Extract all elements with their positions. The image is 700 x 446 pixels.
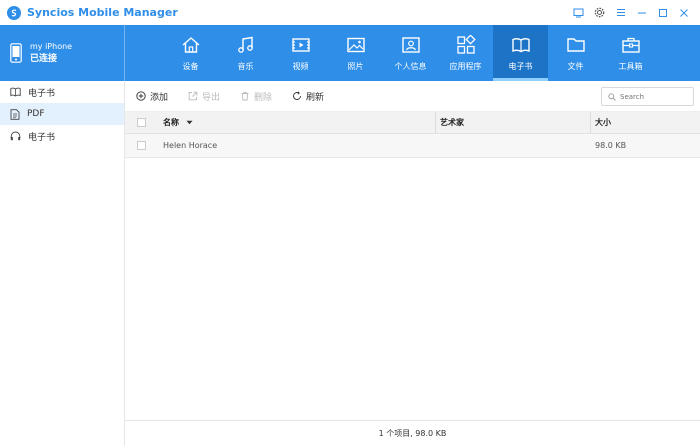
nav-label: 文件 xyxy=(567,62,584,71)
nav-item-files[interactable]: 文件 xyxy=(548,25,603,81)
add-icon xyxy=(136,91,146,101)
sidebar-item-ebook[interactable]: 电子书 xyxy=(0,81,124,103)
nav-label: 电子书 xyxy=(508,62,533,71)
book-icon xyxy=(511,38,530,53)
nav-label: 设备 xyxy=(182,62,199,71)
nav-label: 视频 xyxy=(292,62,309,71)
search-box[interactable] xyxy=(601,87,694,106)
table-row[interactable]: Helen Horace 98.0 KB xyxy=(125,134,700,158)
nav-item-toolbox[interactable]: 工具箱 xyxy=(603,25,658,81)
device-name: my iPhone xyxy=(30,42,73,51)
contact-icon xyxy=(401,37,420,53)
column-divider[interactable] xyxy=(435,112,436,134)
nav-label: 音乐 xyxy=(237,62,254,71)
select-all-checkbox[interactable] xyxy=(137,118,146,127)
nav-label: 应用程序 xyxy=(449,62,482,71)
home-icon xyxy=(182,37,199,53)
search-icon xyxy=(608,92,616,101)
device-status: 已连接 xyxy=(30,54,58,64)
search-input[interactable] xyxy=(620,92,690,101)
phone-icon xyxy=(10,43,22,63)
sidebar-item-label: PDF xyxy=(27,109,45,119)
nav-item-video[interactable]: 视频 xyxy=(273,25,328,81)
nav-item-device[interactable]: 设备 xyxy=(163,25,218,81)
add-button[interactable]: 添加 xyxy=(136,90,168,103)
headphones-icon xyxy=(10,131,21,141)
nav-label: 个人信息 xyxy=(394,62,427,71)
delete-button[interactable]: 删除 xyxy=(240,90,272,103)
column-header-artist[interactable]: 艺术家 xyxy=(440,117,464,128)
nav-item-contacts[interactable]: 个人信息 xyxy=(383,25,438,81)
folder-icon xyxy=(566,38,585,52)
export-icon xyxy=(188,91,198,101)
settings-gear-icon[interactable] xyxy=(589,0,610,25)
toolbox-icon xyxy=(621,37,640,53)
document-icon xyxy=(10,108,20,120)
status-text: 1 个项目, 98.0 KB xyxy=(378,429,447,438)
menu-icon[interactable] xyxy=(610,0,631,25)
close-icon[interactable] xyxy=(673,0,694,25)
cell-size: 98.0 KB xyxy=(595,141,627,150)
sidebar-item-pdf[interactable]: PDF xyxy=(0,103,124,125)
video-icon xyxy=(291,38,310,52)
action-toolbar: 添加 导出 删除 刷新 xyxy=(125,81,700,112)
row-checkbox[interactable] xyxy=(137,141,146,150)
music-icon xyxy=(237,36,253,53)
app-logo-icon xyxy=(7,5,21,20)
nav-label: 工具箱 xyxy=(618,62,643,71)
table-header: 名称 艺术家 大小 xyxy=(125,112,700,134)
main-nav: 设备 音乐 视频 照片 个人信息 应用程序 电子书 文件 工具箱 xyxy=(163,25,658,81)
device-info[interactable]: my iPhone 已连接 xyxy=(0,25,125,81)
main-panel: 添加 导出 删除 刷新 名称 艺术家 大小 Helen Horac xyxy=(125,81,700,446)
sidebar: 电子书 PDF 电子书 xyxy=(0,81,125,446)
sidebar-item-label: 电子书 xyxy=(28,132,56,143)
nav-item-photo[interactable]: 照片 xyxy=(328,25,383,81)
nav-item-music[interactable]: 音乐 xyxy=(218,25,273,81)
book-icon xyxy=(10,87,21,97)
feedback-icon[interactable] xyxy=(568,0,589,25)
window-controls xyxy=(568,0,694,25)
column-header-size[interactable]: 大小 xyxy=(595,117,611,128)
minimize-icon[interactable] xyxy=(631,0,652,25)
refresh-icon xyxy=(293,91,301,100)
export-button[interactable]: 导出 xyxy=(188,90,220,103)
column-header-name[interactable]: 名称 xyxy=(163,117,193,128)
nav-item-apps[interactable]: 应用程序 xyxy=(438,25,493,81)
photo-icon xyxy=(346,37,365,53)
cell-name: Helen Horace xyxy=(163,141,218,150)
main-toolbar: my iPhone 已连接 设备 音乐 视频 照片 个人信息 应用程序 电子书 … xyxy=(0,25,700,81)
refresh-button[interactable]: 刷新 xyxy=(292,90,324,103)
title-bar: Syncios Mobile Manager xyxy=(0,0,700,25)
nav-item-ebook[interactable]: 电子书 xyxy=(493,25,548,81)
nav-label: 照片 xyxy=(347,62,364,71)
column-divider[interactable] xyxy=(590,112,591,134)
apps-icon xyxy=(456,35,476,54)
trash-icon xyxy=(241,91,249,101)
app-title: Syncios Mobile Manager xyxy=(27,6,178,19)
maximize-icon[interactable] xyxy=(652,0,673,25)
status-bar: 1 个项目, 98.0 KB xyxy=(125,420,700,446)
sidebar-item-label: 电子书 xyxy=(28,88,56,99)
sidebar-item-audiobook[interactable]: 电子书 xyxy=(0,125,124,147)
sort-down-icon xyxy=(186,120,193,125)
